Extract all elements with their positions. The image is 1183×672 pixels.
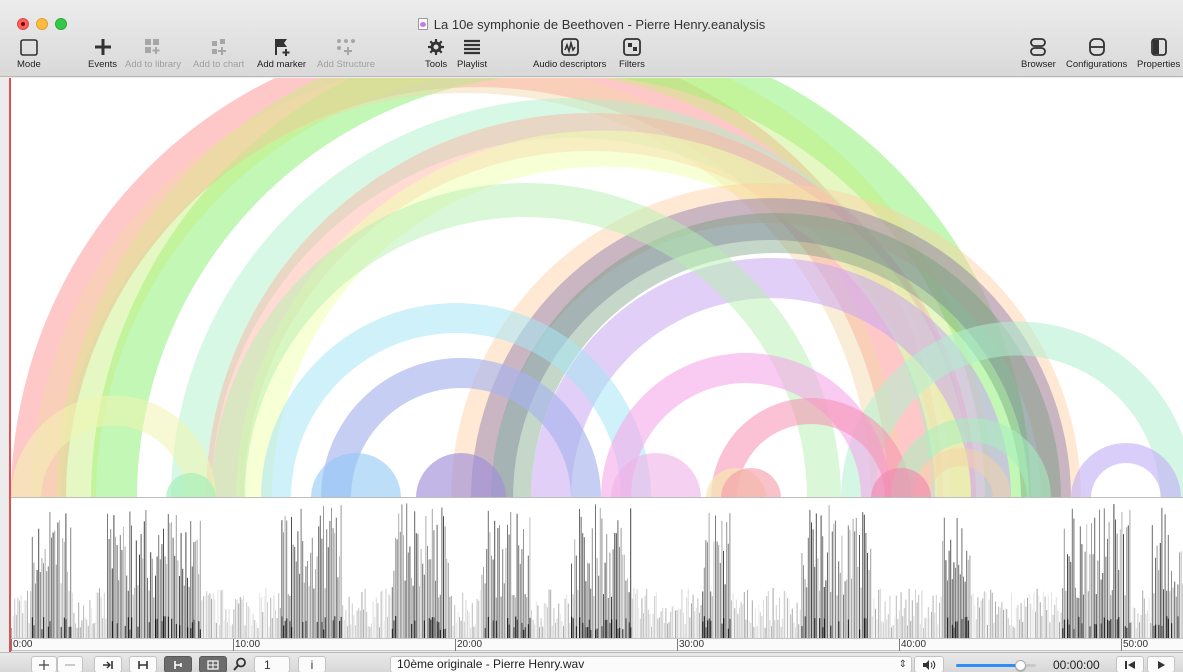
structure-arc-diagram[interactable] bbox=[11, 78, 1183, 498]
events-label: Events bbox=[88, 59, 118, 70]
info-button[interactable]: i bbox=[298, 656, 326, 672]
chart-add-icon bbox=[208, 36, 230, 58]
sonogram-canvas bbox=[11, 503, 1183, 638]
rewind-to-start-button[interactable] bbox=[1116, 656, 1144, 672]
skip-back-icon bbox=[1125, 660, 1135, 669]
mode-icon bbox=[19, 36, 39, 58]
tools-button[interactable]: Tools bbox=[425, 36, 447, 70]
list-icon bbox=[462, 36, 482, 58]
configurations-label: Configurations bbox=[1066, 59, 1128, 70]
sonogram-panel[interactable] bbox=[11, 498, 1183, 638]
arc-diagram-canvas bbox=[11, 78, 1183, 498]
properties-icon bbox=[1149, 36, 1169, 58]
mode-label: Mode bbox=[17, 59, 41, 70]
bottom-bar: 1 i 10ème originale - Pierre Henry.wav ⇕… bbox=[0, 652, 1183, 672]
browser-button[interactable]: Browser bbox=[1021, 36, 1056, 70]
library-add-icon bbox=[142, 36, 164, 58]
arrow-to-line-icon bbox=[103, 660, 113, 669]
speaker-icon bbox=[923, 659, 936, 670]
configurations-icon bbox=[1087, 36, 1107, 58]
add-marker-button[interactable]: Add marker bbox=[257, 36, 306, 70]
mode-button[interactable]: Mode bbox=[17, 36, 41, 70]
properties-label: Properties bbox=[1137, 59, 1181, 70]
minus-icon bbox=[65, 663, 75, 666]
add-structure-button[interactable]: Add Structure bbox=[317, 36, 375, 70]
gear-icon bbox=[426, 36, 446, 58]
zoom-level-field[interactable]: 1 bbox=[254, 656, 290, 672]
zoom-in-button[interactable] bbox=[31, 656, 57, 672]
flag-add-icon bbox=[271, 36, 293, 58]
volume-slider[interactable] bbox=[956, 660, 1036, 671]
fit-width-button[interactable] bbox=[129, 656, 157, 672]
add-to-chart-label: Add to chart bbox=[193, 59, 245, 70]
playlist-button[interactable]: Playlist bbox=[457, 36, 487, 70]
grid-icon bbox=[207, 659, 219, 670]
add-to-chart-button[interactable]: Add to chart bbox=[193, 36, 244, 70]
zoom-out-button[interactable] bbox=[57, 656, 83, 672]
volume-button[interactable] bbox=[914, 656, 944, 672]
time-tick-label: 30:00 bbox=[679, 639, 705, 650]
time-tick-label: 0:00 bbox=[13, 639, 33, 650]
playlist-label: Playlist bbox=[457, 59, 488, 70]
time-tick-label: 10:00 bbox=[235, 639, 261, 650]
plus-icon bbox=[39, 659, 49, 670]
audio-file-name: 10ème originale - Pierre Henry.wav bbox=[397, 657, 585, 671]
waveform-icon bbox=[560, 36, 580, 58]
volume-slider-knob[interactable] bbox=[1014, 660, 1026, 671]
window-title-text: La 10e symphonie de Beethoven - Pierre H… bbox=[433, 17, 766, 32]
events-button[interactable]: Events bbox=[88, 36, 117, 70]
play-button[interactable] bbox=[1147, 656, 1175, 672]
document-icon bbox=[417, 18, 428, 30]
grid-toggle-button[interactable] bbox=[199, 656, 227, 672]
plus-icon bbox=[93, 36, 113, 58]
filter-icon bbox=[622, 36, 642, 58]
audio-descriptors-label: Audio descriptors bbox=[533, 59, 607, 70]
chevron-updown-icon: ⇕ bbox=[898, 659, 907, 670]
audio-descriptors-button[interactable]: Audio descriptors bbox=[533, 36, 606, 70]
time-tick-label: 50:00 bbox=[1123, 639, 1149, 650]
add-structure-label: Add Structure bbox=[317, 59, 376, 70]
audio-file-selector[interactable]: 10ème originale - Pierre Henry.wav ⇕ bbox=[390, 656, 912, 672]
structure-arc[interactable] bbox=[311, 453, 401, 498]
time-tick-label: 20:00 bbox=[457, 639, 483, 650]
configurations-button[interactable]: Configurations bbox=[1066, 36, 1127, 70]
add-to-library-label: Add to library bbox=[125, 59, 181, 70]
structure-add-icon bbox=[335, 36, 357, 58]
play-icon bbox=[1158, 660, 1165, 669]
snap-icon bbox=[174, 660, 182, 669]
add-marker-label: Add marker bbox=[257, 59, 307, 70]
properties-button[interactable]: Properties bbox=[1137, 36, 1180, 70]
browser-icon bbox=[1028, 36, 1048, 58]
time-tick-label: 40:00 bbox=[901, 639, 927, 650]
browser-label: Browser bbox=[1021, 59, 1056, 70]
magnifier-icon[interactable] bbox=[233, 657, 247, 672]
window-toolbar: La 10e symphonie de Beethoven - Pierre H… bbox=[0, 0, 1183, 77]
filters-label: Filters bbox=[619, 59, 645, 70]
go-to-end-button[interactable] bbox=[94, 656, 122, 672]
time-ruler[interactable]: 0:00 10:00 20:00 30:00 40:00 50:00 bbox=[11, 638, 1183, 651]
filters-button[interactable]: Filters bbox=[619, 36, 645, 70]
tools-label: Tools bbox=[425, 59, 448, 70]
snap-toggle-button[interactable] bbox=[164, 656, 192, 672]
volume-slider-fill bbox=[956, 664, 1020, 667]
timecode-display: 00:00:00 bbox=[1053, 658, 1100, 672]
window-title: La 10e symphonie de Beethoven - Pierre H… bbox=[0, 17, 1183, 32]
fit-width-icon bbox=[138, 660, 148, 669]
add-to-library-button[interactable]: Add to library bbox=[125, 36, 181, 70]
